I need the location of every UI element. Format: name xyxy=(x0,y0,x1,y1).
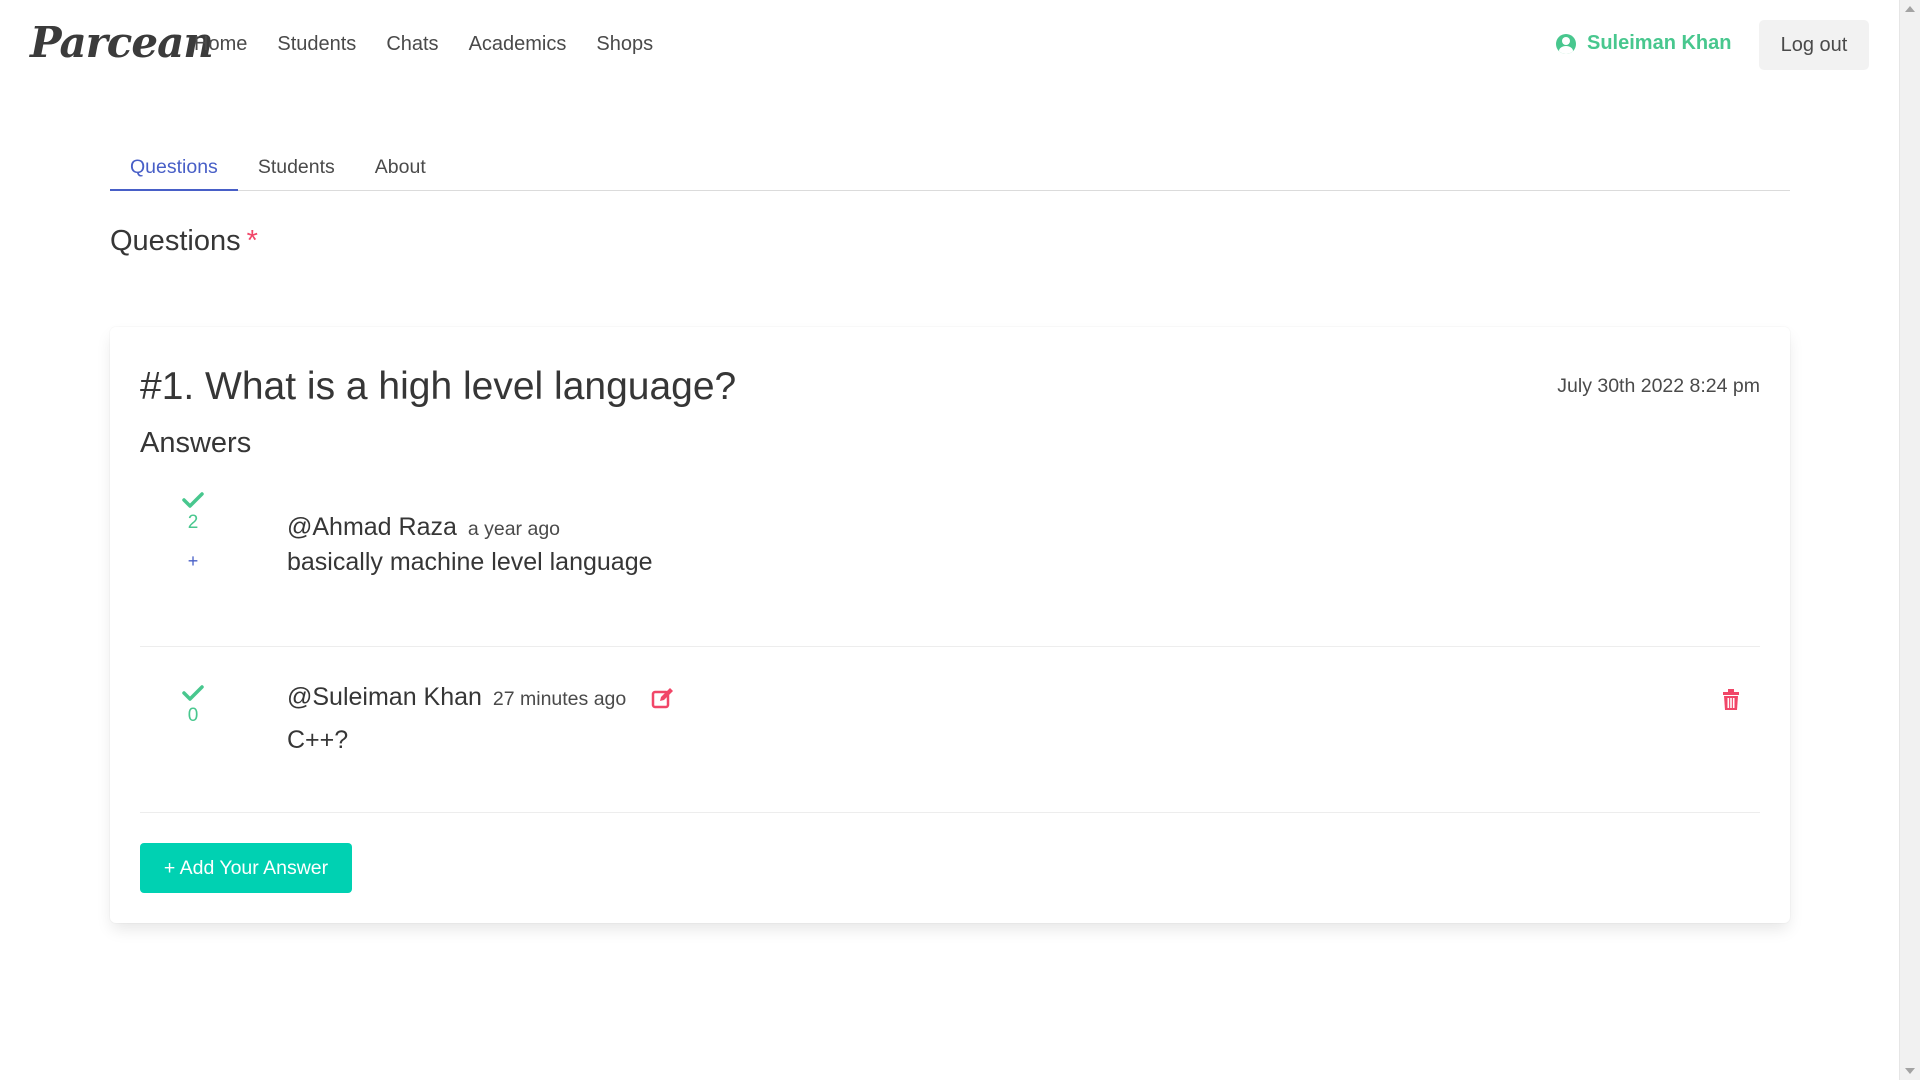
answer-author[interactable]: @Ahmad Raza xyxy=(287,513,457,541)
answer-time: 27 minutes ago xyxy=(492,688,627,710)
answer-meta: @Suleiman Khan 27 minutes ago xyxy=(287,683,675,712)
page-scrollbar[interactable] xyxy=(1899,0,1920,1080)
edit-icon[interactable] xyxy=(651,687,675,709)
user-profile-link[interactable]: Suleiman Khan xyxy=(1556,32,1731,55)
required-star: * xyxy=(246,225,258,257)
question-card: #1. What is a high level language? July … xyxy=(110,327,1790,923)
vote-count: 0 xyxy=(187,705,199,726)
tabs: Questions Students About xyxy=(110,146,1790,191)
answer-item: 0 @Suleiman Khan 27 minutes ago C++? xyxy=(140,647,1760,813)
navbar: Parcean Home Students Chats Academics Sh… xyxy=(0,0,1899,92)
tab-about[interactable]: About xyxy=(355,146,446,191)
answer-text: basically machine level language xyxy=(287,548,653,576)
answer-meta: @Ahmad Raza a year ago xyxy=(287,513,653,542)
nav-link-chats[interactable]: Chats xyxy=(386,33,438,56)
nav-links: Home Students Chats Academics Shops xyxy=(194,33,683,56)
vote-column: 0 xyxy=(170,684,216,727)
question-date: July 30th 2022 8:24 pm xyxy=(1557,375,1760,397)
answer-time: a year ago xyxy=(467,518,561,540)
tab-questions[interactable]: Questions xyxy=(110,146,238,191)
answer-author[interactable]: @Suleiman Khan xyxy=(287,683,482,711)
user-name: Suleiman Khan xyxy=(1587,32,1732,54)
nav-link-home[interactable]: Home xyxy=(194,33,247,56)
trash-icon[interactable] xyxy=(1722,689,1740,711)
nav-link-shops[interactable]: Shops xyxy=(596,33,653,56)
answer-body: @Suleiman Khan 27 minutes ago C++? xyxy=(287,683,675,755)
vote-column: 2 + xyxy=(170,491,216,572)
question-title: #1. What is a high level language? xyxy=(140,365,737,408)
user-circle-icon xyxy=(1556,33,1576,54)
nav-link-academics[interactable]: Academics xyxy=(469,33,567,56)
app-logo[interactable]: Parcean xyxy=(30,18,214,67)
nav-link-students[interactable]: Students xyxy=(277,33,356,56)
vote-count: 2 xyxy=(187,512,199,533)
answer-item: 2 + @Ahmad Raza a year ago basically mac… xyxy=(140,487,1760,647)
section-title-text: Questions xyxy=(110,225,241,257)
check-icon[interactable] xyxy=(182,491,204,509)
logout-button[interactable]: Log out xyxy=(1759,20,1869,70)
answer-body: @Ahmad Raza a year ago basically machine… xyxy=(287,513,653,577)
scroll-down-icon[interactable] xyxy=(1905,1068,1915,1074)
answer-text: C++? xyxy=(287,726,349,754)
section-title: Questions * xyxy=(110,225,258,258)
tab-students[interactable]: Students xyxy=(238,146,355,191)
answers-heading: Answers xyxy=(140,427,252,459)
scroll-up-icon[interactable] xyxy=(1905,6,1915,12)
check-icon[interactable] xyxy=(182,684,204,702)
upvote-button[interactable]: + xyxy=(170,551,216,572)
add-answer-button[interactable]: + Add Your Answer xyxy=(140,843,352,893)
